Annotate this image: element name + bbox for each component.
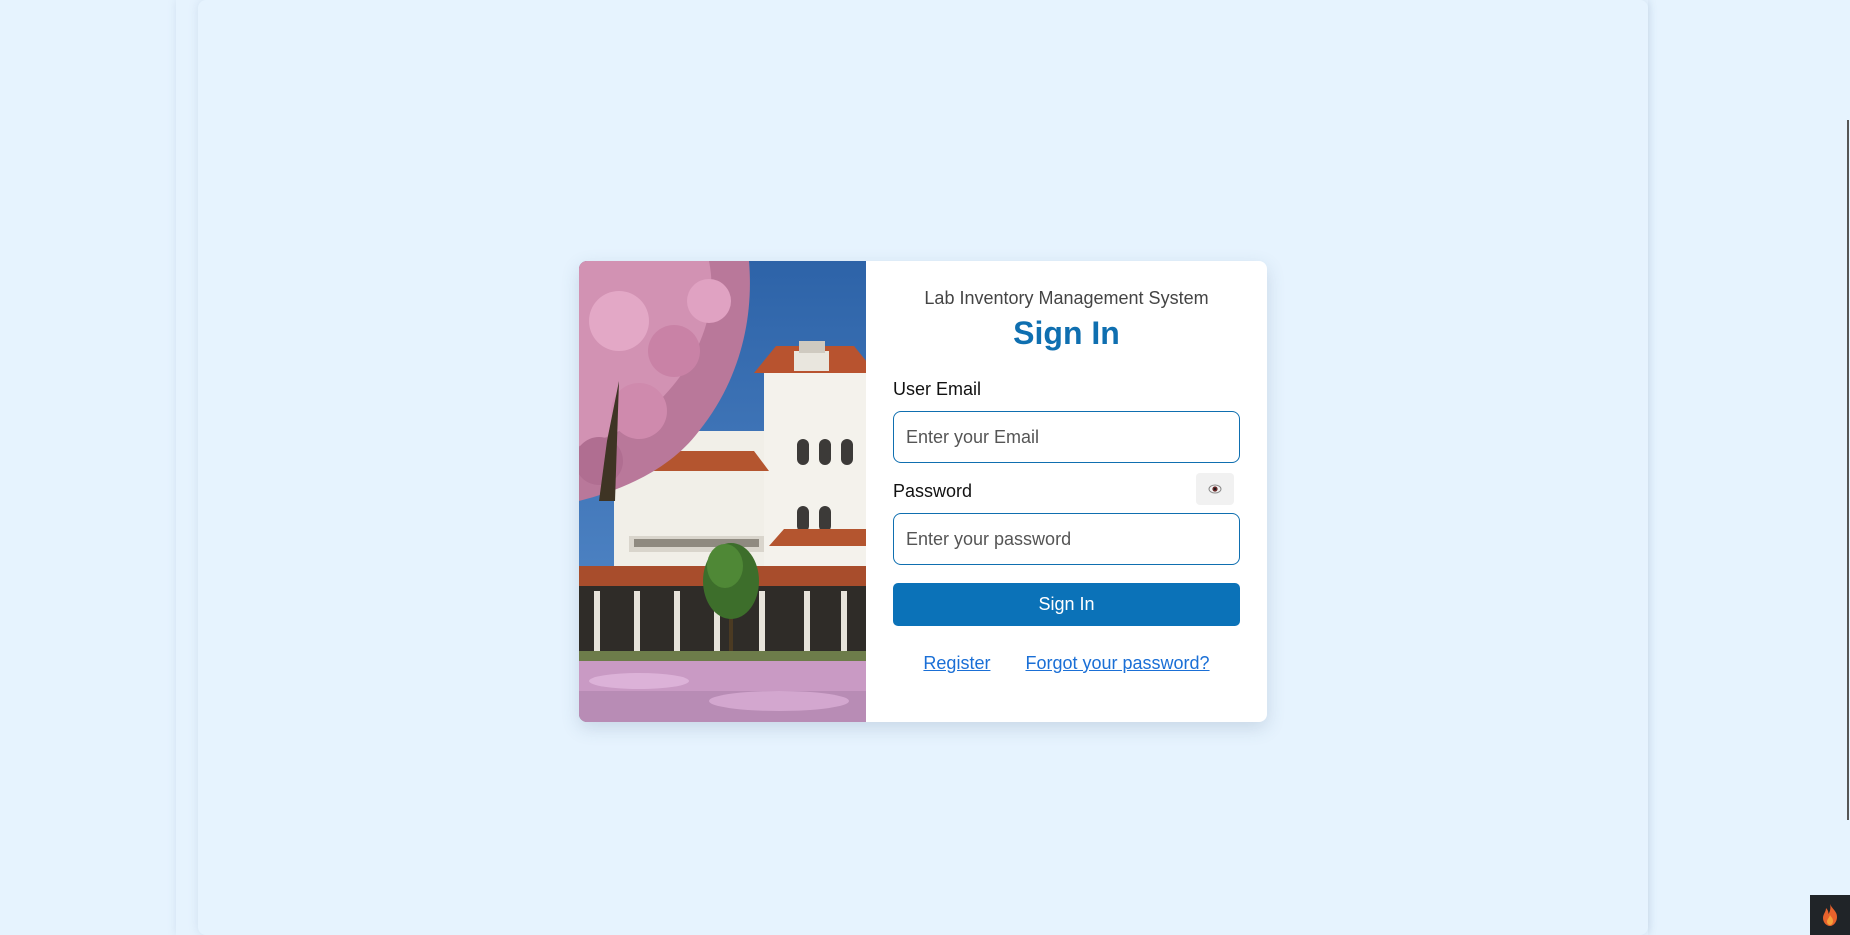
password-row: Password [893,473,1240,565]
flame-icon [1823,904,1837,926]
sign-in-form: Lab Inventory Management System Sign In … [866,261,1267,722]
page-title: Sign In [1013,315,1120,351]
sign-in-button[interactable]: Sign In [893,583,1240,626]
register-link[interactable]: Register [923,653,990,673]
password-label: Password [893,481,973,501]
page-scrollbar[interactable] [1844,0,1850,935]
eye-icon [1208,484,1222,494]
auth-links: Register Forgot your password? [893,653,1240,674]
forgot-password-link[interactable]: Forgot your password? [1025,653,1209,673]
corner-widget[interactable] [1810,895,1850,935]
show-password-button[interactable] [1196,473,1234,505]
login-card: Lab Inventory Management System Sign In … [579,261,1267,722]
system-name: Lab Inventory Management System [924,288,1209,308]
email-label: User Email [893,379,982,399]
password-field[interactable] [893,513,1240,565]
scrollbar-thumb[interactable] [1847,120,1849,820]
email-field[interactable] [893,411,1240,463]
campus-building-photo [579,261,866,722]
